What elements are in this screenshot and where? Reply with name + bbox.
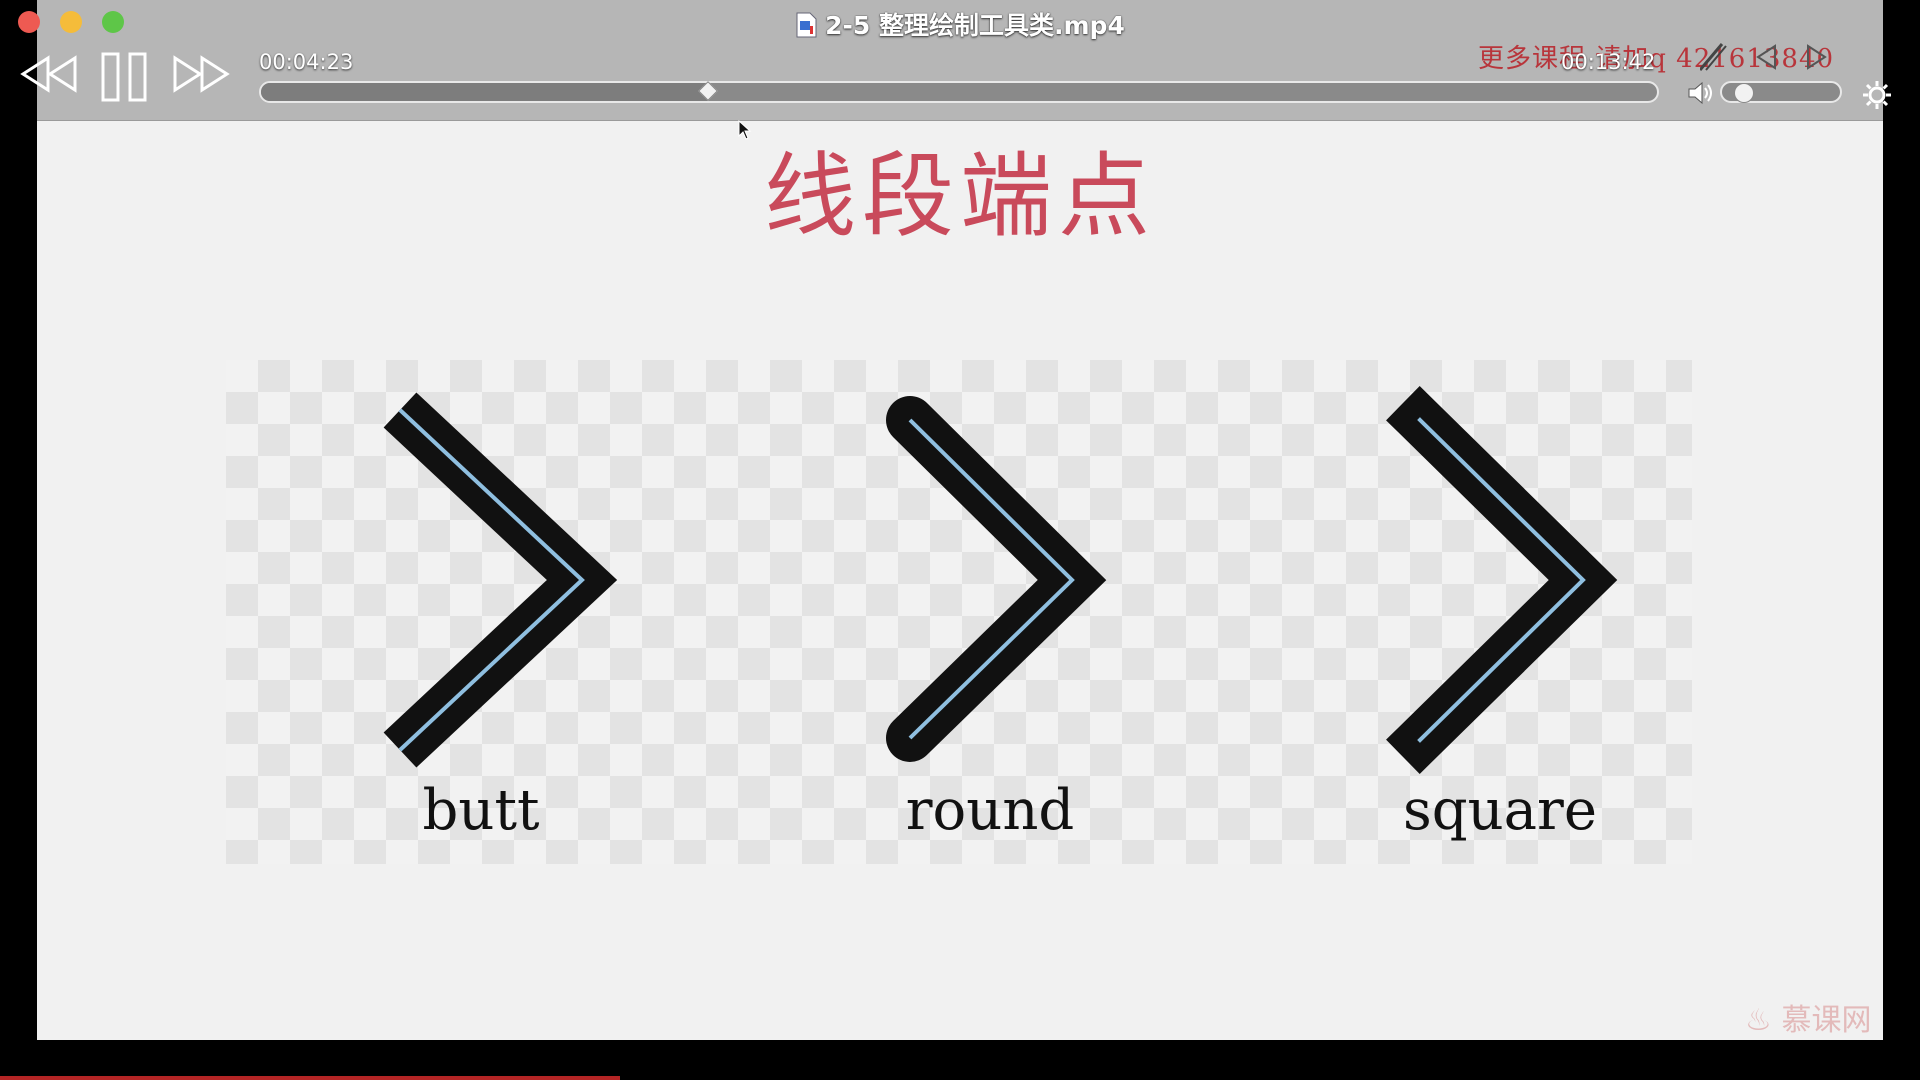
butt-label: butt — [422, 778, 540, 843]
brand-watermark: ♨ 慕课网 — [1745, 995, 1871, 1039]
window-zoom-button[interactable] — [102, 11, 124, 33]
volume-slider-thumb[interactable] — [1733, 83, 1754, 103]
gear-icon[interactable] — [1862, 80, 1892, 114]
fast-forward-button[interactable] — [172, 55, 230, 97]
seek-bar-fill — [261, 83, 708, 101]
elapsed-time: 00:04:23 — [259, 50, 354, 74]
playback-indicator-line — [0, 1076, 620, 1080]
flame-icon: ♨ — [1745, 1003, 1772, 1038]
rewind-button[interactable] — [20, 55, 78, 97]
window-close-button[interactable] — [18, 11, 40, 33]
butt-cap-shape — [383, 392, 618, 768]
seek-bar[interactable] — [259, 81, 1659, 103]
speaker-icon[interactable] — [1687, 80, 1717, 110]
mouse-cursor-icon — [738, 119, 752, 144]
brand-text: 慕课网 — [1781, 1003, 1872, 1038]
bottom-letterbox — [0, 1040, 1920, 1080]
square-cap-shape — [1386, 386, 1618, 774]
window-minimize-button[interactable] — [60, 11, 82, 33]
line-cap-illustrations — [383, 386, 1618, 774]
fast-forward-icon — [173, 55, 230, 93]
pause-button[interactable] — [100, 52, 150, 106]
rewind-icon — [20, 55, 77, 93]
overlay-mini-icons — [1698, 42, 1880, 76]
square-label: square — [1403, 778, 1597, 843]
round-label: round — [905, 778, 1075, 843]
pause-icon — [101, 52, 147, 102]
total-duration: 00:13:42 — [1561, 50, 1656, 74]
round-cap-shape — [886, 396, 1107, 762]
